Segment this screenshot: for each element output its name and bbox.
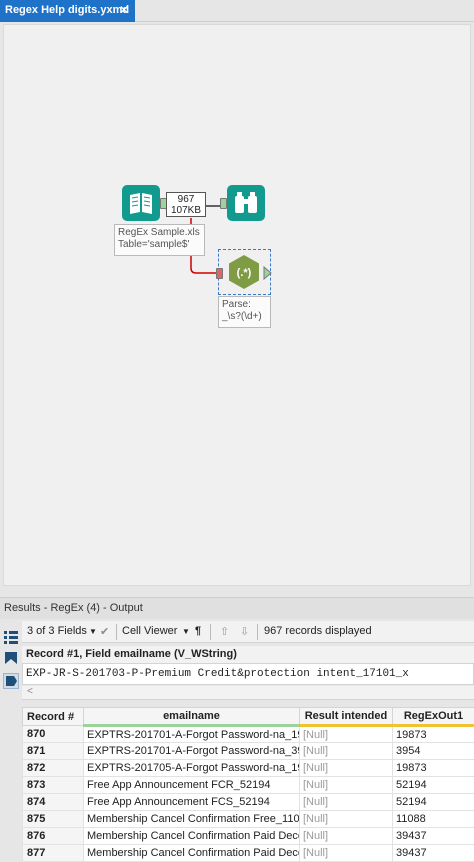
regex-hexagon-icon: (.*)	[225, 253, 263, 291]
scroll-up-icon[interactable]: ⇧	[220, 625, 229, 638]
cell-record-number[interactable]: 877	[23, 845, 84, 862]
cell-regexout1[interactable]: 19873	[393, 726, 474, 743]
cell-regexout1[interactable]: 52194	[393, 794, 474, 811]
cell-record-number[interactable]: 875	[23, 811, 84, 828]
cell-emailname[interactable]: Free App Announcement FCR_52194	[84, 777, 300, 794]
table-row[interactable]: 871EXPTRS-201701-A-Forgot Password-na_39…	[23, 743, 474, 760]
tab-bar: Regex Help digits.yxmd ✕	[0, 0, 474, 22]
cell-record-number[interactable]: 873	[23, 777, 84, 794]
fields-dropdown-icon[interactable]: ▼	[89, 627, 97, 636]
cell-emailname[interactable]: EXPTRS-201701-A-Forgot Password-na_3954_…	[84, 743, 300, 760]
results-toolbar: 3 of 3 Fields ▼ ✔ Cell Viewer ▼ ¶ ⇧ ⇩ 96…	[22, 621, 474, 643]
book-icon	[122, 185, 160, 221]
cell-emailname[interactable]: EXPTRS-201705-A-Forgot Password-na_19873	[84, 760, 300, 777]
list-view-icon[interactable]	[3, 629, 19, 645]
cell-emailname[interactable]: Membership Cancel Confirmation Paid Dece…	[84, 828, 300, 845]
input-data-tool[interactable]	[122, 185, 160, 221]
record-count-box: 967 107KB	[166, 192, 206, 217]
cell-result-intended[interactable]: [Null]	[300, 794, 393, 811]
cell-regexout1[interactable]: 3954	[393, 743, 474, 760]
cell-regexout1[interactable]: 52194	[393, 777, 474, 794]
cell-result-intended[interactable]: [Null]	[300, 845, 393, 862]
viewer-dropdown-icon[interactable]: ▼	[182, 627, 190, 636]
tab-title: Regex Help digits.yxmd	[5, 4, 129, 16]
regex-tool[interactable]: (.*)	[225, 253, 263, 291]
results-side-rail	[0, 621, 22, 858]
record-count: 967	[167, 194, 205, 205]
input-tool-annotation: RegEx Sample.xls Table='sample$'	[114, 224, 205, 256]
tab-workflow[interactable]: Regex Help digits.yxmd ✕	[0, 0, 135, 22]
regex-tool-annotation: Parse: _\s?(\d+)	[218, 296, 271, 328]
table-row[interactable]: 870EXPTRS-201701-A-Forgot Password-na_19…	[23, 726, 474, 743]
cell-emailname[interactable]: Membership Cancel Confirmation Free_1108…	[84, 811, 300, 828]
cell-regexout1[interactable]: 39437	[393, 845, 474, 862]
cell-result-intended[interactable]: [Null]	[300, 777, 393, 794]
workflow-canvas[interactable]: 967 107KB RegEx Sample.xls Table='sample…	[3, 24, 471, 586]
regex-glyph: (.*)	[237, 267, 252, 279]
cell-regexout1[interactable]: 19873	[393, 760, 474, 777]
annotation-parse-label: Parse:	[222, 299, 267, 311]
cell-record-number[interactable]: 874	[23, 794, 84, 811]
cell-result-intended[interactable]: [Null]	[300, 811, 393, 828]
column-header-record[interactable]: Record #	[23, 708, 84, 726]
record-field-value[interactable]: EXP-JR-S-201703-P-Premium Credit&protect…	[22, 663, 474, 685]
column-header-emailname[interactable]: emailname	[84, 708, 300, 726]
cell-result-intended[interactable]: [Null]	[300, 726, 393, 743]
scroll-left-icon[interactable]: <	[27, 686, 33, 697]
record-field-header: Record #1, Field emailname (V_WString)	[22, 646, 474, 663]
close-icon[interactable]: ✕	[119, 3, 129, 17]
cell-emailname[interactable]: Membership Cancel Confirmation Paid Dece…	[84, 845, 300, 862]
cell-viewer-selector[interactable]: Cell Viewer	[122, 625, 177, 637]
cell-result-intended[interactable]: [Null]	[300, 743, 393, 760]
table-row[interactable]: 874Free App Announcement FCS_52194[Null]…	[23, 794, 474, 811]
binoculars-icon	[227, 185, 265, 221]
browse-input-anchor[interactable]	[220, 198, 227, 209]
cell-emailname[interactable]: EXPTRS-201701-A-Forgot Password-na_19873	[84, 726, 300, 743]
metadata-icon[interactable]	[3, 650, 19, 666]
grid-header-row: Record # emailname Result intended RegEx…	[23, 708, 474, 726]
cell-result-intended[interactable]: [Null]	[300, 828, 393, 845]
records-displayed: 967 records displayed	[264, 625, 372, 637]
cell-record-number[interactable]: 870	[23, 726, 84, 743]
cell-regexout1[interactable]: 11088	[393, 811, 474, 828]
annotation-table: Table='sample$'	[118, 239, 201, 251]
data-view-icon[interactable]	[3, 673, 19, 689]
fields-selector[interactable]: 3 of 3 Fields	[27, 625, 87, 637]
annotation-file: RegEx Sample.xls	[118, 227, 201, 239]
column-header-result-intended[interactable]: Result intended	[300, 708, 393, 726]
cell-record-number[interactable]: 876	[23, 828, 84, 845]
column-header-regexout1[interactable]: RegExOut1	[393, 708, 474, 726]
scroll-down-icon[interactable]: ⇩	[240, 625, 249, 638]
regex-output-anchor[interactable]	[263, 266, 272, 280]
table-row[interactable]: 877Membership Cancel Confirmation Paid D…	[23, 845, 474, 862]
table-row[interactable]: 875Membership Cancel Confirmation Free_1…	[23, 811, 474, 828]
cell-emailname[interactable]: Free App Announcement FCS_52194	[84, 794, 300, 811]
record-size: 107KB	[167, 205, 205, 216]
table-row[interactable]: 872EXPTRS-201705-A-Forgot Password-na_19…	[23, 760, 474, 777]
cell-record-number[interactable]: 871	[23, 743, 84, 760]
table-row[interactable]: 876Membership Cancel Confirmation Paid D…	[23, 828, 474, 845]
annotation-parse-expression: _\s?(\d+)	[222, 311, 267, 323]
regex-input-anchor[interactable]	[216, 268, 223, 279]
pilcrow-icon[interactable]: ¶	[195, 625, 201, 637]
cell-regexout1[interactable]: 39437	[393, 828, 474, 845]
horizontal-scrollbar[interactable]: <	[22, 686, 474, 700]
cell-record-number[interactable]: 872	[23, 760, 84, 777]
cell-result-intended[interactable]: [Null]	[300, 760, 393, 777]
results-panel-title: Results - RegEx (4) - Output	[0, 597, 474, 619]
table-row[interactable]: 873Free App Announcement FCR_52194[Null]…	[23, 777, 474, 794]
results-grid: Record # emailname Result intended RegEx…	[22, 707, 474, 862]
checkmark-icon[interactable]: ✔	[100, 625, 109, 638]
browse-tool[interactable]	[227, 185, 265, 221]
grid-body: 870EXPTRS-201701-A-Forgot Password-na_19…	[23, 726, 474, 862]
